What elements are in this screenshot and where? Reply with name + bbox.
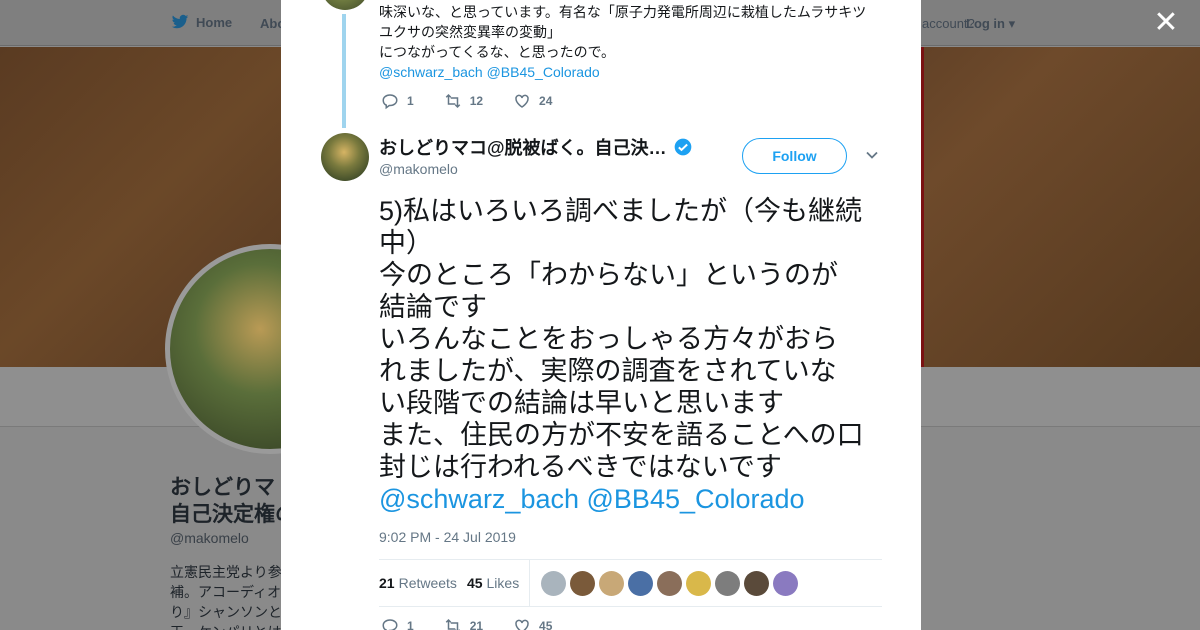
tweet-author-handle[interactable]: @makomelo <box>379 161 458 177</box>
retweet-icon <box>445 93 460 109</box>
bio-line: 立憲民主党より参 <box>170 564 282 580</box>
chevron-down-icon[interactable] <box>865 148 879 162</box>
liker-avatar[interactable] <box>541 570 567 596</box>
liker-avatar[interactable] <box>628 570 654 596</box>
mention-link[interactable]: @schwarz_bach <box>379 484 579 514</box>
tweet-text-line: い段階での結論は早いと思います <box>379 388 784 418</box>
retweet-total: 21 <box>379 575 395 591</box>
nav-home-label: Home <box>196 14 233 30</box>
tweet-mentions: @schwarz_bach @BB45_Colorado <box>379 483 885 515</box>
likes-label: Likes <box>486 575 520 591</box>
caret-down-icon: ▾ <box>1008 16 1016 31</box>
like-button[interactable]: 45 <box>513 617 552 630</box>
nav-home[interactable]: Home <box>170 13 232 31</box>
bio-line: 天・ケンパリとは <box>170 622 285 630</box>
liker-avatar[interactable] <box>570 570 596 596</box>
prev-text-line: ユクサの突然変異率の変動」 <box>379 24 561 40</box>
reply-count: 1 <box>407 619 414 630</box>
like-button[interactable]: 24 <box>513 92 552 110</box>
prev-text-line: 味深いな、と思っています。有名な「原子力発電所周辺に栽植したムラサキツ <box>379 4 867 20</box>
reply-button[interactable]: 1 <box>381 92 414 110</box>
prev-tweet-text: 味深いな、と思っています。有名な「原子力発電所周辺に栽植したムラサキツ ユクサの… <box>379 2 889 82</box>
tweet-text-line: また、住民の方が不安を語ることへの口 <box>379 420 864 450</box>
reply-count: 1 <box>407 94 414 108</box>
retweets-label: Retweets <box>398 575 457 591</box>
profile-name-line2: 自己決定権の <box>170 503 296 526</box>
display-name: おしどりマコ@脱被ばく。自己決… <box>379 138 667 158</box>
nav-login-label: Log in <box>966 16 1005 31</box>
tweet-text-line: れましたが、実際の調査をされていな <box>379 356 837 386</box>
retweet-button[interactable]: 12 <box>444 92 483 110</box>
bio-line: 補。アコーディオ <box>170 584 282 600</box>
reply-icon <box>382 619 398 630</box>
follow-button[interactable]: Follow <box>742 138 847 174</box>
tweet-text-line: 5)私はいろいろ調べましたが（今も継続 <box>379 196 863 226</box>
tweet-text-line: 中） <box>379 228 433 258</box>
liker-avatar[interactable] <box>715 570 741 596</box>
mention-link[interactable]: @BB45_Colorado <box>587 484 805 514</box>
heart-icon <box>515 619 529 630</box>
retweet-count: 21 <box>469 619 484 630</box>
reply-icon <box>382 94 398 110</box>
tweet-timestamp[interactable]: 9:02 PM - 24 Jul 2019 <box>379 529 516 545</box>
reply-button[interactable]: 1 <box>381 617 414 630</box>
liker-avatar[interactable] <box>744 570 770 596</box>
tweet-text-line: 結論です <box>379 292 487 322</box>
tweet-modal: 味深いな、と思っています。有名な「原子力発電所周辺に栽植したムラサキツ ユクサの… <box>281 0 921 630</box>
profile-handle: @makomelo <box>170 530 249 546</box>
heart-icon <box>515 94 529 108</box>
tweet-author-avatar[interactable] <box>321 133 369 181</box>
profile-name-line1: おしどりマ <box>170 476 275 499</box>
tweet-text-line: いろんなことをおっしゃる方々がおら <box>379 324 838 354</box>
like-count: 45 <box>539 619 553 630</box>
like-total: 45 <box>466 575 483 591</box>
retweet-button[interactable]: 21 <box>444 617 483 630</box>
likes-stat[interactable]: 45 Likes <box>467 575 519 591</box>
liker-avatars <box>541 570 799 596</box>
liker-avatar[interactable] <box>773 570 799 596</box>
bio-line: り』シャンソンと <box>170 604 282 620</box>
tweet-actions: 1 21 45 <box>381 617 582 630</box>
mention-link[interactable]: @BB45_Colorado <box>487 64 600 80</box>
prev-mentions: @schwarz_bach @BB45_Colorado <box>379 62 889 82</box>
prev-text-line: につながってくるな、と思ったので。 <box>379 44 616 60</box>
retweet-count: 12 <box>469 94 484 108</box>
liker-avatar[interactable] <box>686 570 712 596</box>
profile-name: おしどりマ 自己決定権の <box>170 474 296 528</box>
verified-badge-icon <box>674 138 691 156</box>
thread-line <box>342 14 346 128</box>
stats-divider <box>529 559 531 607</box>
retweets-stat[interactable]: 21 Retweets <box>379 575 457 591</box>
tweet-text: 5)私はいろいろ調べましたが（今も継続 中） 今のところ「わからない」というのが… <box>379 195 885 515</box>
nav-login[interactable]: Log in ▾ <box>966 16 1015 32</box>
profile-bio: 立憲民主党より参 補。アコーディオ り』シャンソンと 天・ケンパリとは <box>170 562 285 630</box>
liker-avatar[interactable] <box>657 570 683 596</box>
tweet-author-name[interactable]: おしどりマコ@脱被ばく。自己決… <box>379 134 693 160</box>
mention-link[interactable]: @schwarz_bach <box>379 64 483 80</box>
prev-tweet-actions: 1 12 24 <box>381 92 582 110</box>
tweet-text-line: 封じは行われるべきではないです <box>379 452 782 482</box>
liker-avatar[interactable] <box>599 570 625 596</box>
retweet-icon <box>445 618 460 630</box>
like-count: 24 <box>539 94 553 108</box>
tweet-stats: 21 Retweets 45 Likes <box>379 559 882 607</box>
twitter-bird-icon <box>171 14 189 29</box>
prev-tweet-avatar[interactable] <box>321 0 369 10</box>
close-icon[interactable]: ✕ <box>1152 8 1180 38</box>
tweet-text-line: 今のところ「わからない」というのが <box>379 260 838 290</box>
